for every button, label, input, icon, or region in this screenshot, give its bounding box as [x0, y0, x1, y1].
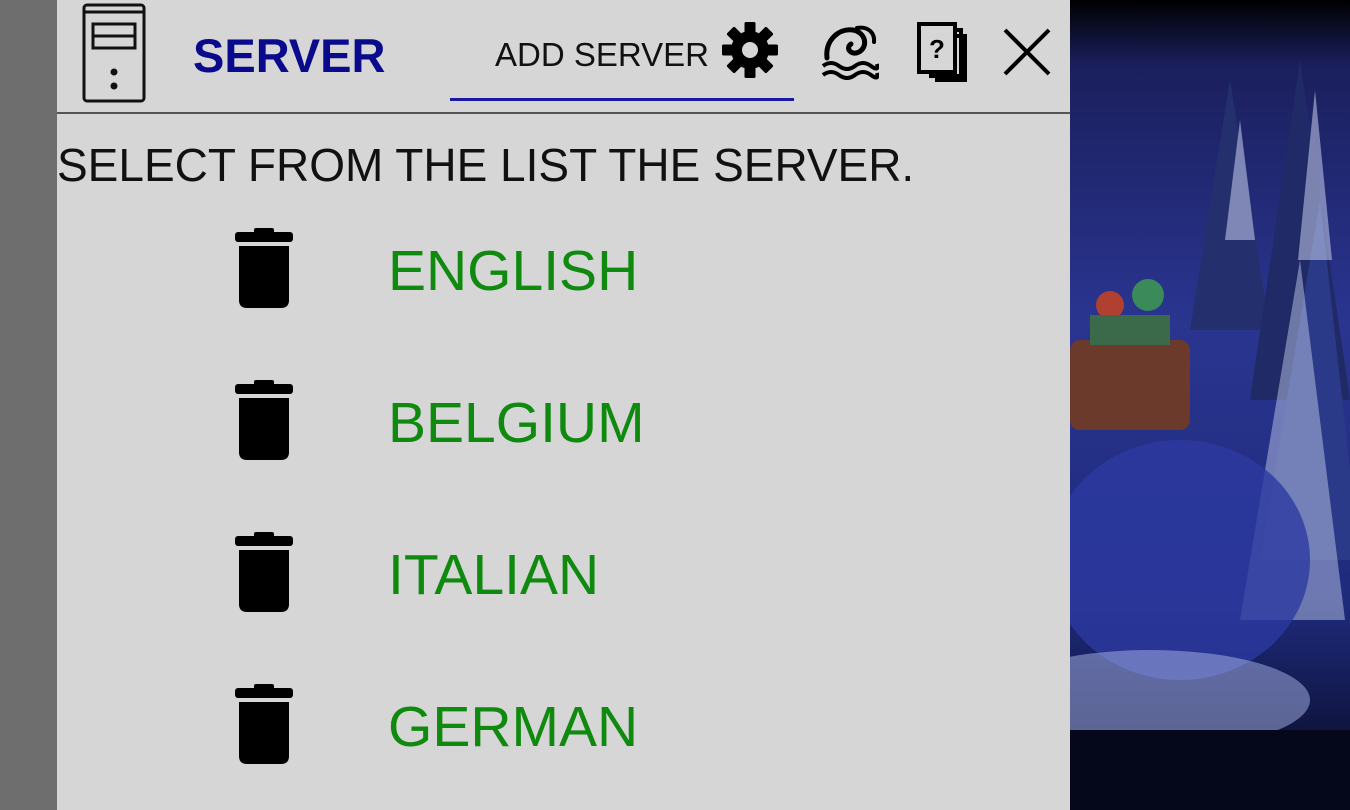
server-name-belgium[interactable]: BELGIUM [388, 390, 645, 456]
panel-header: SERVER ADD SERVER ? [57, 0, 1070, 114]
theme-icon[interactable] [819, 20, 879, 82]
trash-icon[interactable] [233, 684, 295, 766]
help-icon[interactable]: ? [915, 22, 967, 82]
add-server-tab[interactable]: ADD SERVER [495, 36, 709, 74]
server-tower-icon [82, 3, 146, 103]
trash-icon[interactable] [233, 228, 295, 310]
gear-icon[interactable] [721, 21, 779, 79]
instruction-text: SELECT FROM THE LIST THE SERVER. [57, 139, 915, 191]
server-list-item: GERMAN [57, 684, 1070, 804]
winter-sleigh-background-image [1070, 0, 1350, 810]
page-title: SERVER [193, 29, 386, 82]
server-name-german[interactable]: GERMAN [388, 694, 638, 760]
server-panel: SERVER ADD SERVER ? SELECT FROM THE LIST… [57, 0, 1070, 810]
svg-text:?: ? [929, 34, 945, 64]
server-list-item: BELGIUM [57, 380, 1070, 500]
server-list-item: ENGLISH [57, 228, 1070, 348]
server-list-item: ITALIAN [57, 532, 1070, 652]
trash-icon[interactable] [233, 532, 295, 614]
active-tab-indicator [450, 98, 794, 101]
server-name-italian[interactable]: ITALIAN [388, 542, 599, 608]
left-edge-strip [0, 0, 57, 810]
server-name-english[interactable]: ENGLISH [388, 238, 638, 304]
trash-icon[interactable] [233, 380, 295, 462]
close-icon[interactable] [1001, 26, 1053, 78]
